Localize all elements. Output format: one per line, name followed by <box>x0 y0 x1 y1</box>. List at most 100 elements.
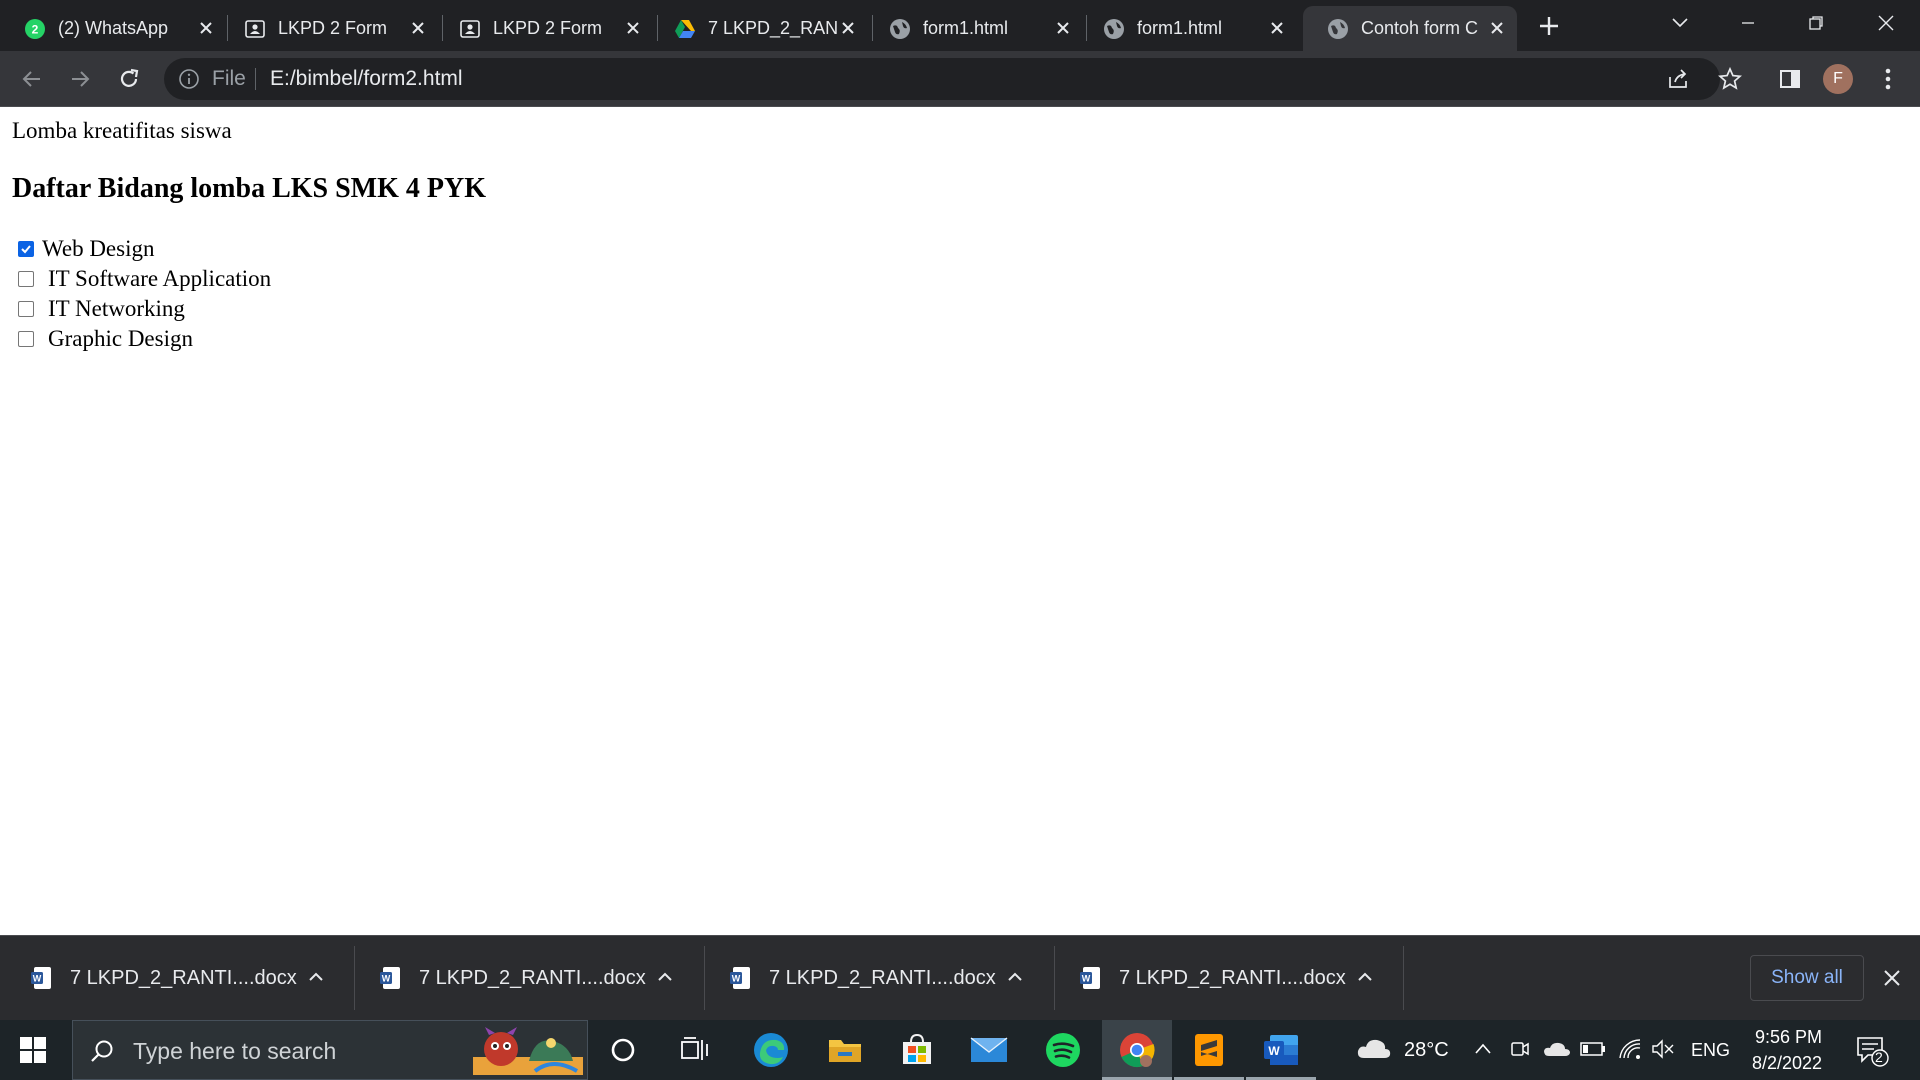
chrome-icon <box>1120 1033 1155 1068</box>
weather-cloud-icon[interactable] <box>1356 1036 1392 1062</box>
wifi-icon[interactable] <box>1618 1038 1642 1060</box>
address-bar[interactable]: File E:/bimbel/form2.html <box>164 58 1720 100</box>
taskbar-word[interactable]: W <box>1261 1030 1301 1070</box>
checkmark-icon <box>21 245 31 254</box>
option-it-networking[interactable]: IT Networking <box>18 296 185 322</box>
option-graphic-design[interactable]: Graphic Design <box>18 326 193 352</box>
arrow-left-icon <box>22 71 40 87</box>
mail-icon <box>970 1037 1008 1062</box>
taskbar-search-box[interactable]: Type here to search <box>72 1020 588 1080</box>
tab-title: Contoh form C <box>1361 18 1479 38</box>
microsoft-store-icon <box>903 1033 931 1064</box>
page-content: Lomba kreatifitas siswa Daftar Bidang lo… <box>0 107 1920 935</box>
notification-center-button[interactable]: 2 <box>1856 1034 1890 1068</box>
star-icon <box>1718 67 1742 90</box>
checkbox[interactable] <box>18 271 34 287</box>
download-item[interactable]: W 7 LKPD_2_RANTI....docx <box>0 936 349 1020</box>
download-filename: 7 LKPD_2_RANTI....docx <box>419 966 646 989</box>
menu-button[interactable] <box>1872 63 1904 95</box>
meet-now-icon[interactable] <box>1509 1038 1531 1060</box>
download-filename: 7 LKPD_2_RANTI....docx <box>70 966 297 989</box>
chevron-up-icon[interactable] <box>1004 966 1026 988</box>
new-tab-button[interactable] <box>1536 13 1562 39</box>
minimize-button[interactable] <box>1728 8 1768 38</box>
close-tab-icon[interactable] <box>1267 18 1287 38</box>
search-icon <box>91 1040 113 1062</box>
svg-text:W: W <box>382 974 391 984</box>
edge-icon <box>754 1033 788 1067</box>
taskbar-task-view[interactable] <box>675 1030 715 1070</box>
close-tab-icon[interactable] <box>1487 18 1507 38</box>
taskbar-spotify[interactable] <box>1043 1030 1083 1070</box>
back-button[interactable] <box>16 63 48 95</box>
tab-contoh-form-active[interactable]: Contoh form C <box>1303 6 1517 51</box>
taskbar-edge[interactable] <box>751 1030 791 1070</box>
tab-search-button[interactable] <box>1660 8 1700 38</box>
word-document-icon: W <box>31 967 51 989</box>
option-web-design[interactable]: Web Design <box>18 236 154 262</box>
restore-button[interactable] <box>1796 8 1836 38</box>
sublime-text-icon <box>1195 1034 1223 1066</box>
battery-icon[interactable] <box>1580 1041 1606 1057</box>
tab-google-drive[interactable]: 7 LKPD_2_RAN <box>650 6 868 51</box>
info-icon[interactable] <box>178 68 200 90</box>
download-item[interactable]: W 7 LKPD_2_RANTI....docx <box>699 936 1048 1020</box>
show-all-downloads-button[interactable]: Show all <box>1750 955 1864 1001</box>
taskbar-sublime-text[interactable] <box>1189 1030 1229 1070</box>
taskbar-file-explorer[interactable] <box>825 1030 865 1070</box>
close-window-button[interactable] <box>1866 8 1906 38</box>
side-panel-button[interactable] <box>1774 63 1806 95</box>
download-item[interactable]: W 7 LKPD_2_RANTI....docx <box>1049 936 1398 1020</box>
url-text[interactable]: E:/bimbel/form2.html <box>270 67 463 91</box>
input-language[interactable]: ENG <box>1691 1040 1730 1061</box>
checkbox[interactable] <box>18 301 34 317</box>
clock-time[interactable]: 9:56 PM <box>1755 1027 1822 1048</box>
taskbar-mail[interactable] <box>969 1030 1009 1070</box>
share-button[interactable] <box>1666 67 1690 91</box>
profile-avatar[interactable]: F <box>1823 64 1853 94</box>
tab-form1-b[interactable]: form1.html <box>1079 6 1297 51</box>
download-separator <box>1403 946 1404 1010</box>
close-tab-icon[interactable] <box>1053 18 1073 38</box>
close-tab-icon[interactable] <box>196 18 216 38</box>
tab-whatsapp[interactable]: 2 (2) WhatsApp <box>0 6 226 51</box>
windows-start-icon[interactable] <box>20 1037 46 1063</box>
download-item[interactable]: W 7 LKPD_2_RANTI....docx <box>349 936 698 1020</box>
taskbar-chrome[interactable] <box>1117 1030 1157 1070</box>
chevron-up-icon[interactable] <box>654 966 676 988</box>
close-icon[interactable] <box>1880 966 1904 990</box>
forward-button[interactable] <box>64 63 96 95</box>
notification-count: 2 <box>1875 1049 1883 1065</box>
taskbar-cortana[interactable] <box>603 1030 643 1070</box>
plus-icon <box>1540 17 1558 35</box>
file-explorer-icon <box>829 1040 861 1062</box>
tab-lkpd-form-2[interactable]: LKPD 2 Form <box>435 6 653 51</box>
more-vertical-icon <box>1885 68 1891 90</box>
bookmark-button[interactable] <box>1714 63 1746 95</box>
close-tab-icon[interactable] <box>408 18 428 38</box>
close-tab-icon[interactable] <box>623 18 643 38</box>
volume-muted-icon[interactable] <box>1651 1038 1675 1060</box>
tab-title: form1.html <box>923 18 1009 38</box>
form-icon <box>459 18 481 40</box>
checkbox-checked[interactable] <box>18 241 34 257</box>
tab-lkpd-form-1[interactable]: LKPD 2 Form <box>220 6 438 51</box>
option-it-software-application[interactable]: IT Software Application <box>18 266 271 292</box>
svg-text:W: W <box>1082 974 1091 984</box>
tab-form1-a[interactable]: form1.html <box>865 6 1083 51</box>
close-tab-icon[interactable] <box>838 18 858 38</box>
word-document-icon: W <box>730 967 750 989</box>
chevron-up-icon[interactable] <box>305 966 327 988</box>
search-highlight-illustration <box>473 1027 583 1075</box>
taskbar-microsoft-store[interactable] <box>897 1030 937 1070</box>
chevron-up-icon[interactable] <box>1474 1042 1492 1056</box>
option-label: IT Networking <box>48 296 185 321</box>
checkbox[interactable] <box>18 331 34 347</box>
clock-date[interactable]: 8/2/2022 <box>1752 1053 1822 1074</box>
chevron-up-icon[interactable] <box>1354 966 1376 988</box>
weather-temperature[interactable]: 28°C <box>1404 1039 1449 1062</box>
chevron-down-icon <box>1672 18 1688 28</box>
onedrive-icon[interactable] <box>1543 1040 1571 1058</box>
reload-button[interactable] <box>113 63 145 95</box>
tab-title: 7 LKPD_2_RAN <box>708 18 839 38</box>
